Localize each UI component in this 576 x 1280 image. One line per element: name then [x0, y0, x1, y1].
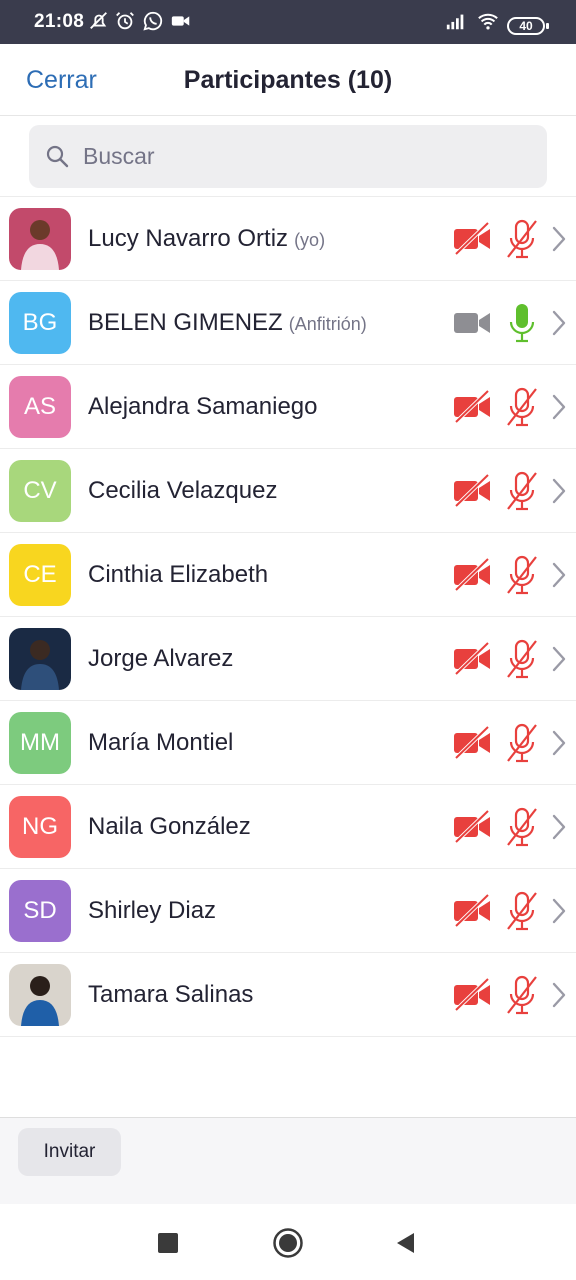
participant-name-line: Alejandra Samaniego	[88, 393, 318, 421]
video-off-icon	[452, 388, 492, 426]
participant-row[interactable]: SD Shirley Diaz	[0, 869, 576, 953]
video-off-icon	[452, 556, 492, 594]
participant-row[interactable]: Lucy Navarro Ortiz (yo)	[0, 197, 576, 281]
search-bar[interactable]	[29, 125, 547, 188]
participant-name-line: Shirley Diaz	[88, 897, 216, 925]
chevron-right-icon	[551, 225, 567, 253]
status-bar: 21:08 40	[0, 0, 576, 44]
participant-name-line: Tamara Salinas	[88, 981, 253, 1009]
status-time: 21:08	[34, 11, 85, 32]
mic-on-icon	[505, 302, 539, 344]
footer: Invitar	[0, 1117, 576, 1204]
search-input[interactable]	[83, 125, 523, 188]
video-off-icon	[452, 892, 492, 930]
recents-square-icon[interactable]	[157, 1232, 179, 1254]
chevron-right-icon	[551, 393, 567, 421]
avatar: BG	[9, 292, 71, 354]
video-off-icon	[452, 976, 492, 1014]
video-off-icon	[452, 808, 492, 846]
participant-name: Lucy Navarro Ortiz	[88, 225, 289, 252]
participant-row[interactable]: Jorge Alvarez	[0, 617, 576, 701]
participant-name: Jorge Alvarez	[88, 645, 234, 672]
participant-name: Alejandra Samaniego	[88, 393, 318, 420]
participant-role: (Anfitrión)	[288, 314, 367, 334]
video-camera-icon	[452, 304, 492, 342]
video-off-icon	[452, 640, 492, 678]
chevron-right-icon	[551, 729, 567, 757]
avatar: CE	[9, 544, 71, 606]
whatsapp-icon	[143, 11, 163, 31]
chevron-right-icon	[551, 813, 567, 841]
navigation-bar	[0, 1204, 576, 1280]
participant-row[interactable]: NG Naila González	[0, 785, 576, 869]
participant-name-line: Lucy Navarro Ortiz (yo)	[88, 225, 325, 253]
avatar: SD	[9, 880, 71, 942]
mic-muted-icon	[505, 386, 539, 428]
chevron-right-icon	[551, 477, 567, 505]
search-icon	[46, 145, 69, 168]
alarm-icon	[116, 12, 134, 30]
avatar: MM	[9, 712, 71, 774]
chevron-right-icon	[551, 897, 567, 925]
participant-row[interactable]: CE Cinthia Elizabeth	[0, 533, 576, 617]
mic-muted-icon	[505, 722, 539, 764]
chevron-right-icon	[551, 309, 567, 337]
avatar	[9, 964, 71, 1026]
chevron-right-icon	[551, 645, 567, 673]
battery-icon: 40	[507, 17, 549, 35]
participant-row[interactable]: Tamara Salinas	[0, 953, 576, 1037]
participant-name-line: BELEN GIMENEZ (Anfitrión)	[88, 309, 367, 337]
header: Cerrar Participantes (10)	[0, 44, 576, 116]
avatar: CV	[9, 460, 71, 522]
chevron-right-icon	[551, 561, 567, 589]
participant-name-line: María Montiel	[88, 729, 233, 757]
home-circle-icon[interactable]	[272, 1227, 304, 1259]
participant-row[interactable]: AS Alejandra Samaniego	[0, 365, 576, 449]
video-off-icon	[452, 472, 492, 510]
video-notification-icon	[171, 16, 190, 26]
mic-muted-icon	[505, 890, 539, 932]
participant-name: Shirley Diaz	[88, 897, 217, 924]
avatar: NG	[9, 796, 71, 858]
mic-muted-icon	[505, 974, 539, 1016]
participant-name-line: Cecilia Velazquez	[88, 477, 277, 505]
participant-name: María Montiel	[88, 729, 234, 756]
participant-row[interactable]: BG BELEN GIMENEZ (Anfitrión)	[0, 281, 576, 365]
back-triangle-icon[interactable]	[394, 1231, 416, 1255]
mic-muted-icon	[505, 554, 539, 596]
participant-name-line: Cinthia Elizabeth	[88, 561, 268, 589]
avatar: AS	[9, 376, 71, 438]
invite-button[interactable]: Invitar	[18, 1128, 121, 1176]
participant-name: BELEN GIMENEZ	[88, 309, 283, 336]
mic-muted-icon	[505, 806, 539, 848]
mic-muted-icon	[505, 638, 539, 680]
wifi-icon	[478, 13, 498, 30]
participant-row[interactable]: MM María Montiel	[0, 701, 576, 785]
participant-name: Cinthia Elizabeth	[88, 561, 269, 588]
participant-name: Cecilia Velazquez	[88, 477, 278, 504]
video-off-icon	[452, 724, 492, 762]
participant-name: Naila González	[88, 813, 251, 840]
signal-icon	[446, 14, 464, 30]
participant-row[interactable]: CV Cecilia Velazquez	[0, 449, 576, 533]
participant-name-line: Jorge Alvarez	[88, 645, 233, 673]
participant-name-line: Naila González	[88, 813, 251, 841]
mic-muted-icon	[505, 218, 539, 260]
avatar	[9, 208, 71, 270]
avatar	[9, 628, 71, 690]
video-off-icon	[452, 220, 492, 258]
mic-muted-icon	[505, 470, 539, 512]
participant-role: (yo)	[294, 230, 326, 250]
participant-name: Tamara Salinas	[88, 981, 254, 1008]
muted-notifications-icon	[90, 12, 107, 29]
chevron-right-icon	[551, 981, 567, 1009]
page-title: Participantes (10)	[183, 66, 393, 94]
participant-list: Lucy Navarro Ortiz (yo) BG BELEN GIMENEZ (An…	[0, 196, 576, 1037]
